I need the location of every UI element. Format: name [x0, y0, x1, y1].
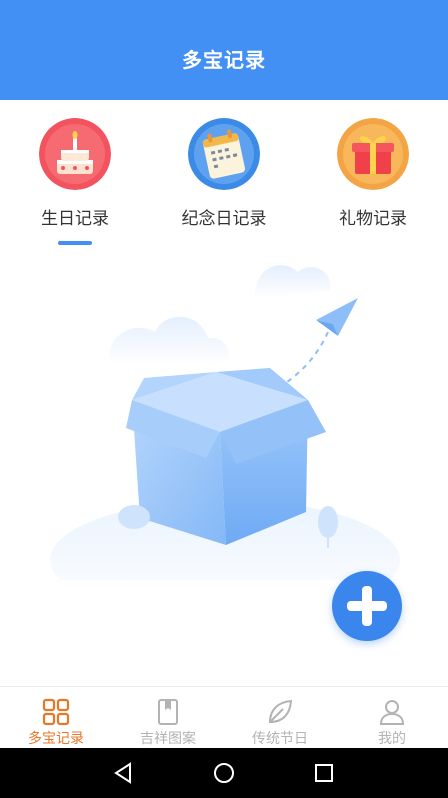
- tab-anniversary-record[interactable]: 纪念日记录: [169, 118, 279, 229]
- record-tabs: 生日记录 纪念日记录 礼物记录: [0, 100, 448, 250]
- home-icon[interactable]: [211, 760, 237, 786]
- nav-label: 传统节日: [252, 731, 308, 747]
- calendar-icon: [188, 118, 260, 190]
- user-icon: [379, 700, 405, 725]
- cloud-icon: [109, 316, 230, 366]
- system-navigation-bar: [0, 748, 448, 798]
- nav-item-patterns[interactable]: 吉祥图案: [112, 687, 224, 749]
- active-tab-indicator: [58, 241, 92, 245]
- leaf-icon: [268, 699, 293, 724]
- nav-item-festivals[interactable]: 传统节日: [224, 687, 336, 749]
- tab-label: 生日记录: [41, 209, 109, 229]
- nav-item-records[interactable]: 多宝记录: [0, 687, 112, 749]
- nav-label: 吉祥图案: [140, 731, 196, 747]
- bottom-navigation: 多宝记录 吉祥图案 传统节日 我的: [0, 686, 448, 748]
- tab-label: 礼物记录: [339, 209, 407, 229]
- nav-label: 多宝记录: [28, 731, 84, 747]
- recents-icon[interactable]: [311, 760, 337, 786]
- app-header: 多宝记录: [0, 0, 448, 100]
- page-title: 多宝记录: [182, 48, 266, 72]
- back-icon[interactable]: [110, 760, 136, 786]
- bookmark-icon: [158, 699, 178, 725]
- gift-icon: [337, 118, 409, 190]
- birthday-cake-icon: [39, 118, 111, 190]
- nav-item-mine[interactable]: 我的: [336, 687, 448, 749]
- tab-label: 纪念日记录: [181, 209, 267, 229]
- paper-plane-icon: [271, 298, 358, 393]
- empty-state-illustration: [50, 265, 400, 580]
- grid-icon: [42, 698, 70, 726]
- nav-label: 我的: [378, 731, 406, 747]
- tab-gift-record[interactable]: 礼物记录: [318, 118, 428, 229]
- tab-birthday-record[interactable]: 生日记录: [20, 118, 130, 245]
- add-record-button[interactable]: [332, 571, 402, 641]
- cloud-icon: [254, 265, 331, 298]
- plus-icon: [347, 586, 387, 626]
